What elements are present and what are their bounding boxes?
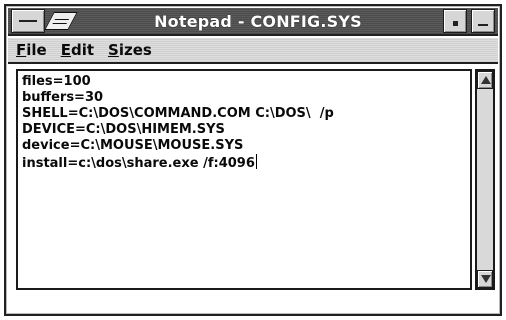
arrow-up-icon	[481, 76, 491, 84]
text-editor[interactable]: files=100 buffers=30 SHELL=C:\DOS\COMMAN…	[16, 69, 472, 290]
menu-bar: File Edit Sizes	[8, 38, 498, 64]
arrow-down-icon	[481, 275, 491, 283]
minimize-icon	[453, 21, 458, 26]
menu-file-label: ile	[26, 41, 47, 59]
title-bar[interactable]: Notepad - CONFIG.SYS	[8, 8, 498, 36]
document-line: buffers=30	[22, 90, 104, 105]
scroll-up-button[interactable]	[477, 71, 493, 89]
menu-edit[interactable]: Edit	[61, 41, 94, 59]
minimize-button[interactable]	[443, 9, 467, 33]
menu-file-accelerator: F	[16, 41, 27, 59]
menu-edit-label: dit	[70, 41, 95, 59]
menu-edit-accelerator: E	[60, 41, 71, 59]
window-bottom-frame	[8, 294, 498, 312]
menu-file[interactable]: File	[16, 41, 47, 59]
notepad-window: Notepad - CONFIG.SYS File Edit Sizes fil…	[4, 4, 502, 316]
menu-sizes[interactable]: Sizes	[108, 41, 152, 59]
menu-sizes-accelerator: S	[108, 41, 119, 59]
document-line-text: install=c:\dos\share.exe /f:4096	[22, 156, 255, 171]
document-line-with-caret: install=c:\dos\share.exe /f:4096	[22, 154, 466, 172]
system-menu-icon	[19, 20, 37, 22]
window-title: Notepad - CONFIG.SYS	[154, 11, 362, 31]
document-line: files=100	[22, 74, 91, 89]
vertical-scrollbar[interactable]	[475, 69, 495, 290]
scroll-down-button[interactable]	[477, 270, 493, 288]
document-line: device=C:\MOUSE\MOUSE.SYS	[22, 138, 244, 153]
text-caret	[255, 154, 257, 169]
document-line: SHELL=C:\DOS\COMMAND.COM C:\DOS\ /p	[22, 106, 334, 121]
menu-sizes-label: izes	[118, 41, 152, 59]
maximize-button[interactable]	[471, 9, 495, 33]
system-menu-button[interactable]	[11, 9, 45, 33]
maximize-icon	[478, 16, 488, 26]
document-line: DEVICE=C:\DOS\HIMEM.SYS	[22, 122, 225, 137]
